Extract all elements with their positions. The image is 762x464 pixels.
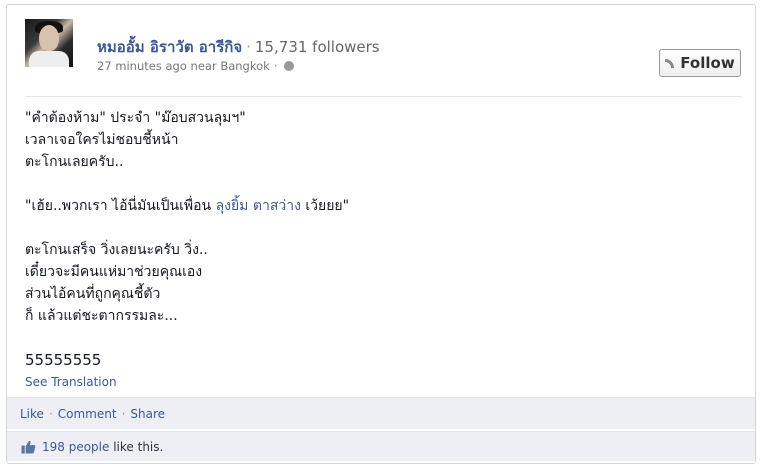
post-card: หมออั้ม อิราวัต อารีกิจ · 15,731 followers… bbox=[6, 4, 756, 464]
follow-label: Follow bbox=[680, 54, 735, 72]
see-translation-link[interactable]: See Translation bbox=[25, 375, 117, 389]
tagged-person-link[interactable]: ลุงยิ้ม ตาสว่าง bbox=[216, 198, 301, 214]
comment-link[interactable]: Comment bbox=[58, 407, 117, 421]
post-body: "คำต้องห้าม" ประจำ "ม๊อบสวนลุมฯ" เวลาเจอ… bbox=[25, 107, 725, 371]
post-line: เดี๋ยวจะมีคนแห่มาช่วยคุณเอง bbox=[25, 264, 203, 280]
post-line: "เฮ้ย..พวกเรา ไอ้นี่มันเป็นเพื่อน ลุงยิ้… bbox=[25, 195, 725, 217]
post-line-text: "เฮ้ย..พวกเรา ไอ้นี่มันเป็นเพื่อน bbox=[25, 198, 216, 214]
header-divider bbox=[25, 96, 741, 97]
post-timestamp-location[interactable]: 27 minutes ago near Bangkok bbox=[97, 59, 270, 73]
likes-suffix: like this. bbox=[109, 440, 164, 454]
follow-button[interactable]: Follow bbox=[659, 49, 741, 77]
author-avatar[interactable] bbox=[25, 19, 73, 67]
author-line: หมออั้ม อิราวัต อารีกิจ · 15,731 followers bbox=[97, 35, 380, 59]
share-link[interactable]: Share bbox=[130, 407, 165, 421]
globe-icon[interactable] bbox=[284, 61, 295, 71]
post-line: 55555555 bbox=[25, 351, 102, 369]
post-line: เวลาเจอใครไม่ชอบชี้หน้า bbox=[25, 132, 179, 148]
post-line: ก็ แล้วแต่ชะตากรรมละ... bbox=[25, 308, 178, 324]
separator-dot: · bbox=[48, 407, 53, 421]
separator-dot: · bbox=[121, 407, 126, 421]
likes-summary: 198 people like this. bbox=[7, 431, 755, 461]
action-bar: Like · Comment · Share bbox=[7, 397, 755, 429]
separator-dot: · bbox=[246, 38, 251, 56]
post-header: หมออั้ม อิราวัต อารีกิจ · 15,731 followers… bbox=[25, 19, 741, 99]
post-line: "คำต้องห้าม" ประจำ "ม๊อบสวนลุมฯ" bbox=[25, 110, 246, 126]
post-line: ตะโกนเลยครับ.. bbox=[25, 154, 124, 170]
followers-count[interactable]: 15,731 followers bbox=[255, 38, 380, 56]
author-name[interactable]: หมออั้ม อิราวัต อารีกิจ bbox=[97, 38, 242, 56]
rss-icon bbox=[665, 58, 675, 68]
thumbs-up-icon bbox=[21, 440, 36, 454]
likes-count-link[interactable]: 198 people bbox=[42, 440, 109, 454]
separator-dot: · bbox=[273, 59, 278, 73]
post-line: ตะโกนเสร็จ วิ่งเลยนะครับ วิ่ง.. bbox=[25, 242, 208, 258]
post-line-text: เว้ยยย" bbox=[300, 198, 350, 214]
like-link[interactable]: Like bbox=[20, 407, 44, 421]
post-meta: 27 minutes ago near Bangkok · bbox=[97, 59, 295, 73]
post-line: ส่วนไอ้คนที่ถูกคุณชี้ตัว bbox=[25, 286, 161, 302]
